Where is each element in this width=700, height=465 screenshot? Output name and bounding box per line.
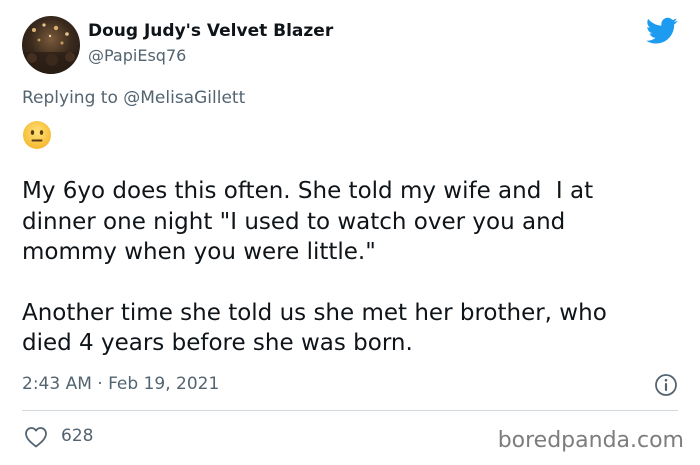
info-icon[interactable] bbox=[654, 373, 678, 397]
tweet-timestamp[interactable]: 2:43 AM · Feb 19, 2021 bbox=[22, 374, 219, 394]
tweet-body: My 6yo does this often. She told my wife… bbox=[22, 176, 682, 359]
replying-to-line: Replying to @MelisaGillett bbox=[22, 88, 245, 108]
display-name[interactable]: Doug Judy's Velvet Blazer bbox=[88, 21, 333, 41]
avatar[interactable] bbox=[22, 16, 80, 74]
watermark: boredpanda.com bbox=[497, 428, 684, 453]
reply-mention-link[interactable]: @MelisaGillett bbox=[123, 88, 245, 108]
tweet-paragraph-1: My 6yo does this often. She told my wife… bbox=[22, 178, 594, 265]
tweet-paragraph-2: Another time she told us she met her bro… bbox=[22, 299, 607, 357]
divider bbox=[22, 410, 678, 411]
heart-icon[interactable] bbox=[24, 426, 48, 448]
like-count[interactable]: 628 bbox=[61, 426, 93, 446]
twitter-bird-icon[interactable] bbox=[646, 17, 678, 45]
neutral-face-emoji-icon bbox=[22, 120, 52, 150]
user-handle[interactable]: @PapiEsq76 bbox=[88, 46, 186, 65]
replying-to-label: Replying to bbox=[22, 88, 124, 108]
